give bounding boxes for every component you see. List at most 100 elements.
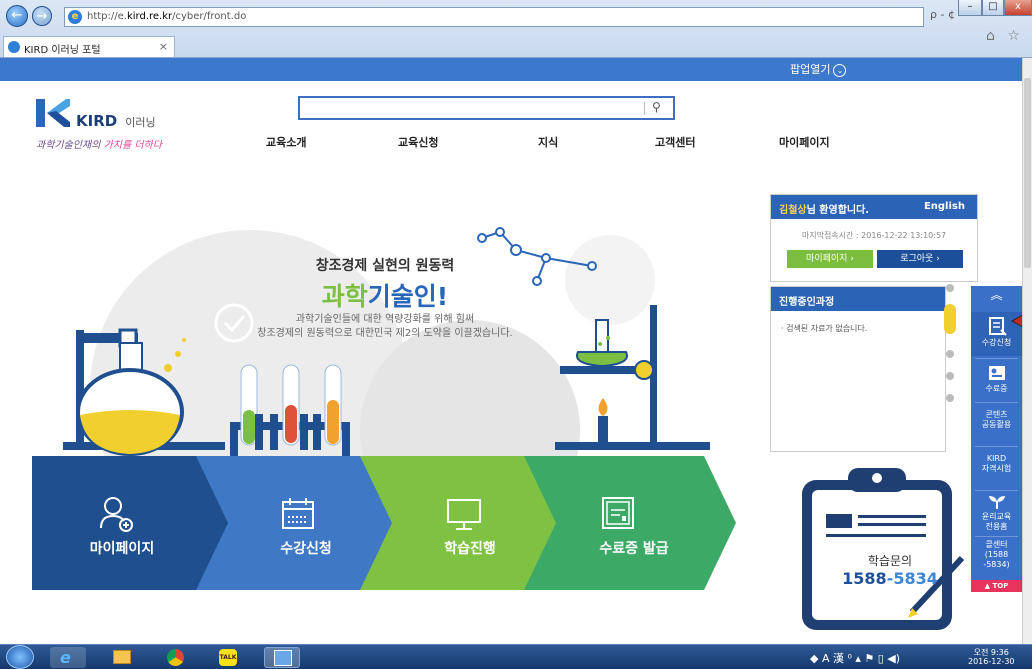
close-window-button[interactable]: x (1004, 0, 1032, 16)
pager-dot[interactable] (946, 284, 954, 292)
quick-menu-divider (975, 358, 1018, 359)
taskbar-clock[interactable]: 오전 9:36 2016-12-30 (968, 648, 1015, 666)
hero-description: 과학기술인들에 대한 역량강화를 위해 힘써 창조경제의 원동력으로 대한민국 … (0, 313, 770, 341)
welcome-suffix: 님 환영합니다. (806, 205, 870, 216)
quick-menu: ︽ 수강신청 수료증 콘텐츠 공동활용 KIRD 자격시험 윤리교육 전용홈 콜… (971, 286, 1022, 592)
quick-kird-exam[interactable]: KIRD 자격시험 (971, 454, 1022, 474)
forward-arrow-icon: → (36, 9, 48, 24)
quick-certificate-label: 수료증 (985, 384, 1008, 393)
popup-open-link[interactable]: 팝업열기 ⌄ (790, 61, 847, 77)
chevron-right-icon: › (850, 254, 854, 264)
chevron-down-icon: ⌄ (833, 64, 847, 77)
taskbar-kakaotalk-icon[interactable]: TALK (210, 647, 246, 668)
in-progress-courses-panel: 진행중인과정 · 검색된 자료가 없습니다. (770, 286, 946, 452)
browser-tab[interactable]: KIRD 이러닝 포털 × (3, 36, 175, 57)
tab-title: KIRD 이러닝 포털 (24, 45, 101, 56)
quick-course-register-label: 수강신청 (981, 338, 1012, 347)
url-host: kird.re.kr (126, 11, 173, 22)
scrollbar-thumb[interactable] (1024, 78, 1031, 268)
main-navigation: 교육소개 교육신청 지식 고객센터 마이페이지 (0, 134, 1000, 150)
quick-call-center[interactable]: 콜센터 (1588 -5834) (971, 540, 1022, 570)
contact-phone-a: 1588 (842, 569, 887, 588)
quick-menu-divider (975, 446, 1018, 447)
nav-item-education-intro[interactable]: 교육소개 (266, 134, 306, 150)
search-icon[interactable]: ⚲ (652, 100, 661, 114)
page-scrollbar[interactable] (1022, 58, 1032, 644)
pager-dot[interactable] (946, 350, 954, 358)
address-tools[interactable]: ρ - ¢ (930, 8, 955, 21)
search-input[interactable]: ⚲ (298, 96, 675, 120)
taskbar-ie-icon[interactable]: e (50, 647, 86, 668)
pager-dot[interactable] (946, 372, 954, 380)
in-progress-header: 진행중인과정 (771, 287, 945, 311)
quick-menu-divider (975, 402, 1018, 403)
person-add-icon (100, 497, 133, 532)
nav-item-knowledge[interactable]: 지식 (538, 134, 558, 150)
quick-menu-up-icon[interactable]: ︽ (971, 289, 1022, 301)
pager-dot[interactable] (946, 394, 954, 402)
course-pager (940, 282, 960, 412)
english-link[interactable]: English (924, 201, 965, 212)
login-panel: 김철상님 환영합니다. English 마지막접속시간 : 2016-12-22… (770, 194, 978, 282)
address-bar[interactable]: e http://e.kird.re.kr/cyber/front.do (64, 7, 924, 27)
pager-active-indicator[interactable] (944, 304, 956, 334)
url-prefix: http://e. (87, 11, 127, 22)
last-login-time: 마지막접속시간 : 2016-12-22 13:10:57 (801, 231, 947, 240)
step-certificate[interactable]: 수료증 발급 (524, 456, 736, 590)
clock-date: 2016-12-30 (968, 657, 1015, 666)
mypage-button-label: 마이페이지 (806, 254, 848, 264)
forward-button[interactable]: → (32, 6, 52, 26)
hero-title-b: 기술인! (367, 282, 449, 311)
login-panel-header: 김철상님 환영합니다. English (771, 195, 977, 219)
hero-desc-line-2: 창조경제의 원동력으로 대한민국 제2의 도약을 이끌겠습니다. (257, 328, 513, 339)
logo-brand: KIRD (76, 112, 118, 130)
sprout-icon (988, 496, 1005, 509)
welcome-message: 김철상님 환영합니다. (779, 201, 869, 216)
nav-item-mypage[interactable]: 마이페이지 (779, 134, 830, 150)
popup-open-label: 팝업열기 (790, 63, 831, 76)
step-label-1: 마이페이지 (89, 541, 155, 557)
address-url[interactable]: http://e.kird.re.kr/cyber/front.do (87, 11, 246, 22)
logo-subtitle: 이러닝 (125, 116, 156, 129)
register-icon (988, 317, 1007, 336)
top-strip: 팝업열기 ⌄ (0, 58, 1022, 81)
quick-ethics-education[interactable]: 윤리교육 전용홈 (971, 494, 1022, 532)
home-favorites-settings-icons[interactable]: ⌂ ☆ ⚙ (986, 28, 1032, 44)
quick-menu-divider (975, 490, 1018, 491)
quick-certificate[interactable]: 수료증 (971, 364, 1022, 394)
taskbar-app-icon[interactable] (264, 647, 300, 668)
taskbar-chrome-icon[interactable] (158, 647, 194, 668)
contact-phone-b: -5834 (886, 569, 938, 588)
logout-button[interactable]: 로그아웃 › (877, 250, 963, 268)
quick-ethics-label: 윤리교육 전용홈 (981, 512, 1012, 531)
url-path: /cyber/front.do (172, 11, 247, 22)
hero-desc-line-1: 과학기술인들에 대한 역량강화를 위해 힘써 (295, 314, 475, 325)
maximize-button[interactable]: □ (982, 0, 1004, 16)
hero-title-a: 과학 (321, 282, 368, 311)
back-button[interactable]: ← (6, 5, 28, 27)
quick-content-sharing[interactable]: 콘텐츠 공동활용 (971, 410, 1022, 430)
certificate-icon (988, 366, 1005, 380)
user-name: 김철상 (779, 205, 807, 216)
system-tray[interactable]: ◆ A 漢 ⁰ ▴ ⚑ ▯ ◀) (810, 650, 900, 666)
scroll-to-top-button[interactable]: ▲ TOP (971, 580, 1022, 592)
contact-label: 학습문의 (867, 554, 913, 568)
nav-item-customer-center[interactable]: 고객센터 (655, 134, 695, 150)
hero-banner: 창조경제 실현의 원동력 과학기술인! 과학기술인들에 대한 역량강화를 위해 … (0, 160, 770, 460)
back-arrow-icon: ← (11, 8, 23, 23)
mypage-button[interactable]: 마이페이지 › (787, 250, 873, 268)
logout-button-label: 로그아웃 (900, 254, 934, 264)
hero-title: 과학기술인! (0, 277, 770, 313)
chevron-right-icon: › (936, 254, 940, 264)
minimize-button[interactable]: – (958, 0, 982, 16)
start-button[interactable] (6, 645, 34, 669)
tab-close-icon[interactable]: × (159, 40, 168, 53)
monitor-icon (447, 499, 481, 530)
nav-item-education-apply[interactable]: 교육신청 (398, 134, 438, 150)
certificate-icon (602, 497, 634, 529)
step-label-4: 수료증 발급 (599, 541, 669, 557)
in-progress-title: 진행중인과정 (779, 297, 835, 308)
search-separator (644, 102, 645, 115)
ie-page-icon: e (68, 10, 82, 24)
taskbar-folder-icon[interactable] (104, 647, 140, 668)
